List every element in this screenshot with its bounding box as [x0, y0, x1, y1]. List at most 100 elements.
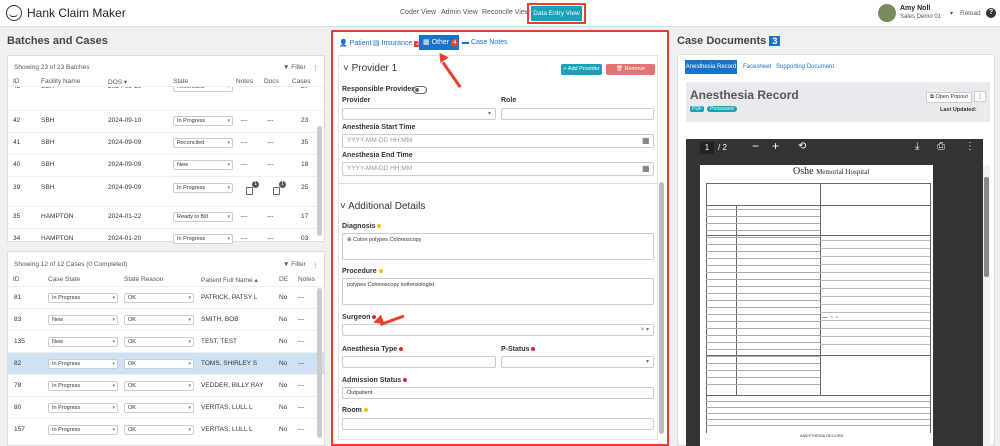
table-row[interactable]: 82 In Progress ▾ OK ▾ TOMS, SHIRLEY S No -…	[8, 352, 324, 374]
more-icon[interactable]: ⋮	[965, 141, 975, 152]
page-input[interactable]: 1	[700, 142, 714, 154]
state-select[interactable]: In Progress ▾	[173, 183, 233, 193]
state-select[interactable]: Reconciled ▾	[173, 87, 233, 92]
doc-tab-anesthesia[interactable]: Anesthesia Record	[685, 60, 737, 74]
more-icon[interactable]: ⋮	[312, 64, 319, 72]
row-dos: 2024-09-09	[108, 184, 142, 191]
case-state-select[interactable]: In Progress ▾	[48, 381, 118, 391]
row-notes: ---	[241, 139, 248, 146]
more-icon[interactable]: ⋮	[312, 261, 319, 269]
doc-tab-supporting[interactable]: Supporting Document	[776, 64, 834, 70]
form-line	[706, 230, 820, 231]
zoom-out-icon[interactable]: −	[752, 139, 759, 153]
help-icon[interactable]: ?	[986, 8, 996, 18]
col-facility[interactable]: Facility Name	[41, 78, 80, 85]
form-line	[706, 425, 930, 426]
state-select[interactable]: In Progress ▾	[173, 116, 233, 126]
zoom-in-icon[interactable]: +	[772, 139, 779, 153]
document-footer: ANESTHESIA RECORD	[800, 433, 844, 438]
row-notes: ---	[241, 161, 248, 168]
row-id: 78	[14, 382, 22, 389]
row-notes: ---	[298, 294, 305, 301]
case-state-select[interactable]: In Progress ▾	[48, 293, 118, 303]
row-docs: ---	[267, 86, 274, 90]
batches-card: Showing 23 of 23 Batches ▼ Filter ⋮ ID F…	[7, 55, 325, 244]
case-state-select[interactable]: In Progress ▾	[48, 359, 118, 369]
row-de: No	[279, 316, 288, 323]
case-state-select[interactable]: In Progress ▾	[48, 403, 118, 413]
col-patient-name[interactable]: Patient Full Name ▴	[201, 276, 258, 284]
row-id: 82	[14, 360, 22, 367]
table-row[interactable]: 41 SBH 2024-09-09 Reconciled ▾ --- --- 35	[8, 132, 324, 152]
form-line	[706, 307, 820, 308]
state-reason-select[interactable]: OK ▾	[124, 337, 194, 347]
col-id: ID	[13, 276, 20, 283]
state-select[interactable]: New ▾	[173, 160, 233, 170]
form-line	[706, 377, 820, 378]
document-icon[interactable]	[273, 187, 280, 195]
filter-button[interactable]: ▼ Filter	[283, 64, 306, 71]
table-row[interactable]: 83 New ▾ OK ▾ SMITH, BOB No ---	[8, 308, 324, 330]
row-dos: 2024-09-10	[108, 86, 142, 90]
nav-admin-view[interactable]: Admin View	[441, 9, 478, 16]
avatar[interactable]	[878, 4, 896, 22]
row-de: No	[279, 426, 288, 433]
col-case-state[interactable]: Case State	[48, 276, 80, 283]
rotate-icon[interactable]: ⟲	[798, 141, 806, 152]
state-select[interactable]: Ready to Bill ▾	[173, 212, 233, 222]
note-icon[interactable]	[246, 187, 253, 195]
state-reason-select[interactable]: OK ▾	[124, 425, 194, 435]
table-row[interactable]: 81 In Progress ▾ OK ▾ PATRICK, PATSY L No …	[8, 286, 324, 308]
doc-tab-facesheet[interactable]: Facesheet	[743, 64, 771, 70]
row-notes: ---	[241, 213, 248, 220]
reload-button[interactable]: Reload	[960, 10, 981, 17]
state-reason-select[interactable]: OK ▾	[124, 403, 194, 413]
more-icon[interactable]: ⋮	[974, 91, 986, 102]
table-row[interactable]: 43 SBH 2024-09-10 Reconciled ▾ --- --- 27	[8, 86, 324, 94]
table-row[interactable]: 135 New ▾ OK ▾ TEST, TEST No ---	[8, 330, 324, 352]
nav-coder-view[interactable]: Coder View	[400, 9, 436, 16]
table-row[interactable]: 78 In Progress ▾ OK ▾ VEDDER, BILLY RAY No…	[8, 374, 324, 396]
note-count-badge: 1	[252, 181, 259, 188]
form-line	[820, 248, 930, 249]
col-state-reason[interactable]: State Reason	[124, 276, 163, 283]
state-select[interactable]: Reconciled ▾	[173, 138, 233, 148]
case-state-select[interactable]: New ▾	[48, 337, 118, 347]
table-row[interactable]: 40 SBH 2024-09-09 New ▾ --- --- 18	[8, 154, 324, 174]
form-line	[706, 251, 820, 252]
download-icon[interactable]: ⤓	[915, 141, 919, 152]
state-select[interactable]: In Progress ▾	[173, 234, 233, 244]
state-reason-select[interactable]: OK ▾	[124, 293, 194, 303]
form-line	[706, 419, 930, 420]
table-row[interactable]: 42 SBH 2024-09-10 In Progress ▾ --- --- 2…	[8, 110, 324, 130]
scrollbar[interactable]	[983, 165, 990, 446]
row-de: No	[279, 360, 288, 367]
print-icon[interactable]: ⎙	[937, 141, 945, 152]
form-line	[706, 286, 820, 287]
scrollbar[interactable]	[317, 126, 322, 236]
table-row[interactable]: 80 In Progress ▾ OK ▾ VERITAS, LULL L No -…	[8, 396, 324, 418]
case-state-select[interactable]: New ▾	[48, 315, 118, 325]
row-dos: 2024-01-22	[108, 213, 142, 220]
nav-reconcile-view[interactable]: Reconcile View	[482, 9, 530, 16]
row-de: No	[279, 404, 288, 411]
nav-data-entry-view[interactable]: Data Entry View	[531, 6, 582, 21]
col-state[interactable]: State	[173, 78, 188, 85]
form-line	[820, 312, 930, 313]
state-reason-select[interactable]: OK ▾	[124, 381, 194, 391]
scrollbar[interactable]	[317, 288, 322, 438]
state-reason-select[interactable]: OK ▾	[124, 315, 194, 325]
table-row[interactable]: 35 HAMPTON 2024-01-22 Ready to Bill ▾ ---…	[8, 206, 324, 226]
table-row[interactable]: 34 HAMPTON 2024-01-20 In Progress ▾ --- -…	[8, 228, 324, 248]
filter-button[interactable]: ▼ Filter	[283, 261, 306, 268]
chevron-down-icon[interactable]: ▾	[950, 10, 953, 17]
open-popout-button[interactable]: ⧉ Open Popout	[926, 92, 972, 103]
col-dos[interactable]: DOS ▾	[108, 78, 127, 86]
form-line	[820, 240, 930, 241]
table-row[interactable]: 39 SBH 2024-09-09 In Progress ▾ 1 1 25	[8, 176, 324, 202]
case-state-select[interactable]: In Progress ▾	[48, 425, 118, 435]
state-reason-select[interactable]: OK ▾	[124, 359, 194, 369]
table-row[interactable]: 157 In Progress ▾ OK ▾ VERITAS, LULL L No …	[8, 418, 324, 440]
document-page: Oshe Memorial Hospital — ~ ~ ANESTHESIA …	[700, 165, 933, 446]
form-line	[706, 223, 820, 224]
